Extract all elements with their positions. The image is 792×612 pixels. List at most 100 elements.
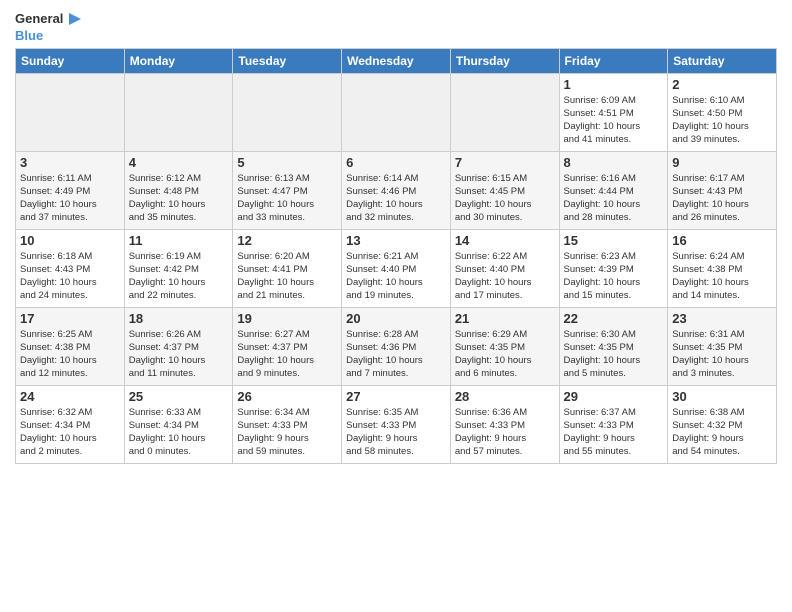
- cell-info: Sunrise: 6:27 AM Sunset: 4:37 PM Dayligh…: [237, 328, 337, 381]
- cell-info: Sunrise: 6:29 AM Sunset: 4:35 PM Dayligh…: [455, 328, 555, 381]
- cell-info: Sunrise: 6:10 AM Sunset: 4:50 PM Dayligh…: [672, 94, 772, 147]
- cell-info: Sunrise: 6:31 AM Sunset: 4:35 PM Dayligh…: [672, 328, 772, 381]
- logo-general-text: General: [15, 11, 63, 27]
- day-number: 25: [129, 389, 229, 404]
- column-header-tuesday: Tuesday: [233, 48, 342, 73]
- cell-info: Sunrise: 6:38 AM Sunset: 4:32 PM Dayligh…: [672, 406, 772, 459]
- calendar-cell: 10 Sunrise: 6:18 AM Sunset: 4:43 PM Dayli…: [16, 229, 125, 307]
- cell-info: Sunrise: 6:36 AM Sunset: 4:33 PM Dayligh…: [455, 406, 555, 459]
- day-number: 11: [129, 233, 229, 248]
- calendar-cell: 23Sunrise: 6:31 AM Sunset: 4:35 PM Dayli…: [668, 307, 777, 385]
- cell-info: Sunrise: 6:37 AM Sunset: 4:33 PM Dayligh…: [564, 406, 664, 459]
- day-number: 17: [20, 311, 120, 326]
- calendar-cell: 7 Sunrise: 6:15 AM Sunset: 4:45 PM Daylig…: [450, 151, 559, 229]
- calendar-cell: 26Sunrise: 6:34 AM Sunset: 4:33 PM Dayli…: [233, 385, 342, 463]
- calendar-cell: [16, 73, 125, 151]
- page-container: General Blue SundayMondayTuesdayWednesda…: [0, 0, 792, 469]
- week-row-3: 10 Sunrise: 6:18 AM Sunset: 4:43 PM Dayli…: [16, 229, 777, 307]
- calendar-cell: 27 Sunrise: 6:35 AM Sunset: 4:33 PM Dayli…: [342, 385, 451, 463]
- day-number: 6: [346, 155, 446, 170]
- calendar-cell: 24 Sunrise: 6:32 AM Sunset: 4:34 PM Dayli…: [16, 385, 125, 463]
- calendar-cell: 15 Sunrise: 6:23 AM Sunset: 4:39 PM Dayli…: [559, 229, 668, 307]
- calendar-cell: 14 Sunrise: 6:22 AM Sunset: 4:40 PM Dayli…: [450, 229, 559, 307]
- cell-info: Sunrise: 6:32 AM Sunset: 4:34 PM Dayligh…: [20, 406, 120, 459]
- calendar-cell: 20 Sunrise: 6:28 AM Sunset: 4:36 PM Dayli…: [342, 307, 451, 385]
- cell-info: Sunrise: 6:26 AM Sunset: 4:37 PM Dayligh…: [129, 328, 229, 381]
- calendar-cell: 12Sunrise: 6:20 AM Sunset: 4:41 PM Dayli…: [233, 229, 342, 307]
- calendar-cell: 19 Sunrise: 6:27 AM Sunset: 4:37 PM Dayli…: [233, 307, 342, 385]
- logo-blue-text: Blue: [15, 28, 43, 44]
- calendar-cell: 6 Sunrise: 6:14 AM Sunset: 4:46 PM Daylig…: [342, 151, 451, 229]
- calendar-cell: [450, 73, 559, 151]
- calendar-cell: 11Sunrise: 6:19 AM Sunset: 4:42 PM Dayli…: [124, 229, 233, 307]
- calendar-cell: [124, 73, 233, 151]
- cell-info: Sunrise: 6:18 AM Sunset: 4:43 PM Dayligh…: [20, 250, 120, 303]
- day-number: 30: [672, 389, 772, 404]
- column-header-monday: Monday: [124, 48, 233, 73]
- cell-info: Sunrise: 6:20 AM Sunset: 4:41 PM Dayligh…: [237, 250, 337, 303]
- column-header-thursday: Thursday: [450, 48, 559, 73]
- day-number: 15: [564, 233, 664, 248]
- calendar-table: SundayMondayTuesdayWednesdayThursdayFrid…: [15, 48, 777, 464]
- cell-info: Sunrise: 6:12 AM Sunset: 4:48 PM Dayligh…: [129, 172, 229, 225]
- calendar-cell: 5 Sunrise: 6:13 AM Sunset: 4:47 PM Daylig…: [233, 151, 342, 229]
- calendar-cell: 29 Sunrise: 6:37 AM Sunset: 4:33 PM Dayli…: [559, 385, 668, 463]
- cell-info: Sunrise: 6:09 AM Sunset: 4:51 PM Dayligh…: [564, 94, 664, 147]
- cell-info: Sunrise: 6:28 AM Sunset: 4:36 PM Dayligh…: [346, 328, 446, 381]
- day-number: 8: [564, 155, 664, 170]
- header: General Blue: [15, 10, 777, 44]
- calendar-cell: [233, 73, 342, 151]
- cell-info: Sunrise: 6:14 AM Sunset: 4:46 PM Dayligh…: [346, 172, 446, 225]
- column-header-sunday: Sunday: [16, 48, 125, 73]
- cell-info: Sunrise: 6:33 AM Sunset: 4:34 PM Dayligh…: [129, 406, 229, 459]
- cell-info: Sunrise: 6:35 AM Sunset: 4:33 PM Dayligh…: [346, 406, 446, 459]
- cell-info: Sunrise: 6:22 AM Sunset: 4:40 PM Dayligh…: [455, 250, 555, 303]
- week-row-1: 1 Sunrise: 6:09 AM Sunset: 4:51 PM Daylig…: [16, 73, 777, 151]
- cell-info: Sunrise: 6:16 AM Sunset: 4:44 PM Dayligh…: [564, 172, 664, 225]
- calendar-cell: 9 Sunrise: 6:17 AM Sunset: 4:43 PM Daylig…: [668, 151, 777, 229]
- day-number: 3: [20, 155, 120, 170]
- calendar-cell: 18 Sunrise: 6:26 AM Sunset: 4:37 PM Dayli…: [124, 307, 233, 385]
- cell-info: Sunrise: 6:24 AM Sunset: 4:38 PM Dayligh…: [672, 250, 772, 303]
- day-number: 10: [20, 233, 120, 248]
- column-header-friday: Friday: [559, 48, 668, 73]
- day-number: 5: [237, 155, 337, 170]
- day-number: 27: [346, 389, 446, 404]
- calendar-cell: 17 Sunrise: 6:25 AM Sunset: 4:38 PM Dayli…: [16, 307, 125, 385]
- cell-info: Sunrise: 6:17 AM Sunset: 4:43 PM Dayligh…: [672, 172, 772, 225]
- day-number: 20: [346, 311, 446, 326]
- day-number: 19: [237, 311, 337, 326]
- day-number: 16: [672, 233, 772, 248]
- calendar-cell: 21 Sunrise: 6:29 AM Sunset: 4:35 PM Dayli…: [450, 307, 559, 385]
- cell-info: Sunrise: 6:30 AM Sunset: 4:35 PM Dayligh…: [564, 328, 664, 381]
- column-header-saturday: Saturday: [668, 48, 777, 73]
- day-number: 28: [455, 389, 555, 404]
- calendar-cell: [342, 73, 451, 151]
- calendar-cell: 30 Sunrise: 6:38 AM Sunset: 4:32 PM Dayli…: [668, 385, 777, 463]
- day-number: 18: [129, 311, 229, 326]
- calendar-cell: 3 Sunrise: 6:11 AM Sunset: 4:49 PM Daylig…: [16, 151, 125, 229]
- logo-arrow-icon: [65, 10, 83, 28]
- cell-info: Sunrise: 6:25 AM Sunset: 4:38 PM Dayligh…: [20, 328, 120, 381]
- day-number: 7: [455, 155, 555, 170]
- day-number: 26: [237, 389, 337, 404]
- calendar-cell: 4 Sunrise: 6:12 AM Sunset: 4:48 PM Daylig…: [124, 151, 233, 229]
- day-number: 24: [20, 389, 120, 404]
- cell-info: Sunrise: 6:13 AM Sunset: 4:47 PM Dayligh…: [237, 172, 337, 225]
- week-row-2: 3 Sunrise: 6:11 AM Sunset: 4:49 PM Daylig…: [16, 151, 777, 229]
- calendar-cell: 2 Sunrise: 6:10 AM Sunset: 4:50 PM Daylig…: [668, 73, 777, 151]
- day-number: 4: [129, 155, 229, 170]
- cell-info: Sunrise: 6:11 AM Sunset: 4:49 PM Dayligh…: [20, 172, 120, 225]
- calendar-cell: 22Sunrise: 6:30 AM Sunset: 4:35 PM Dayli…: [559, 307, 668, 385]
- day-number: 1: [564, 77, 664, 92]
- cell-info: Sunrise: 6:15 AM Sunset: 4:45 PM Dayligh…: [455, 172, 555, 225]
- day-number: 21: [455, 311, 555, 326]
- day-number: 29: [564, 389, 664, 404]
- day-number: 9: [672, 155, 772, 170]
- cell-info: Sunrise: 6:21 AM Sunset: 4:40 PM Dayligh…: [346, 250, 446, 303]
- day-number: 14: [455, 233, 555, 248]
- cell-info: Sunrise: 6:23 AM Sunset: 4:39 PM Dayligh…: [564, 250, 664, 303]
- week-row-4: 17 Sunrise: 6:25 AM Sunset: 4:38 PM Dayli…: [16, 307, 777, 385]
- day-number: 2: [672, 77, 772, 92]
- calendar-cell: 1 Sunrise: 6:09 AM Sunset: 4:51 PM Daylig…: [559, 73, 668, 151]
